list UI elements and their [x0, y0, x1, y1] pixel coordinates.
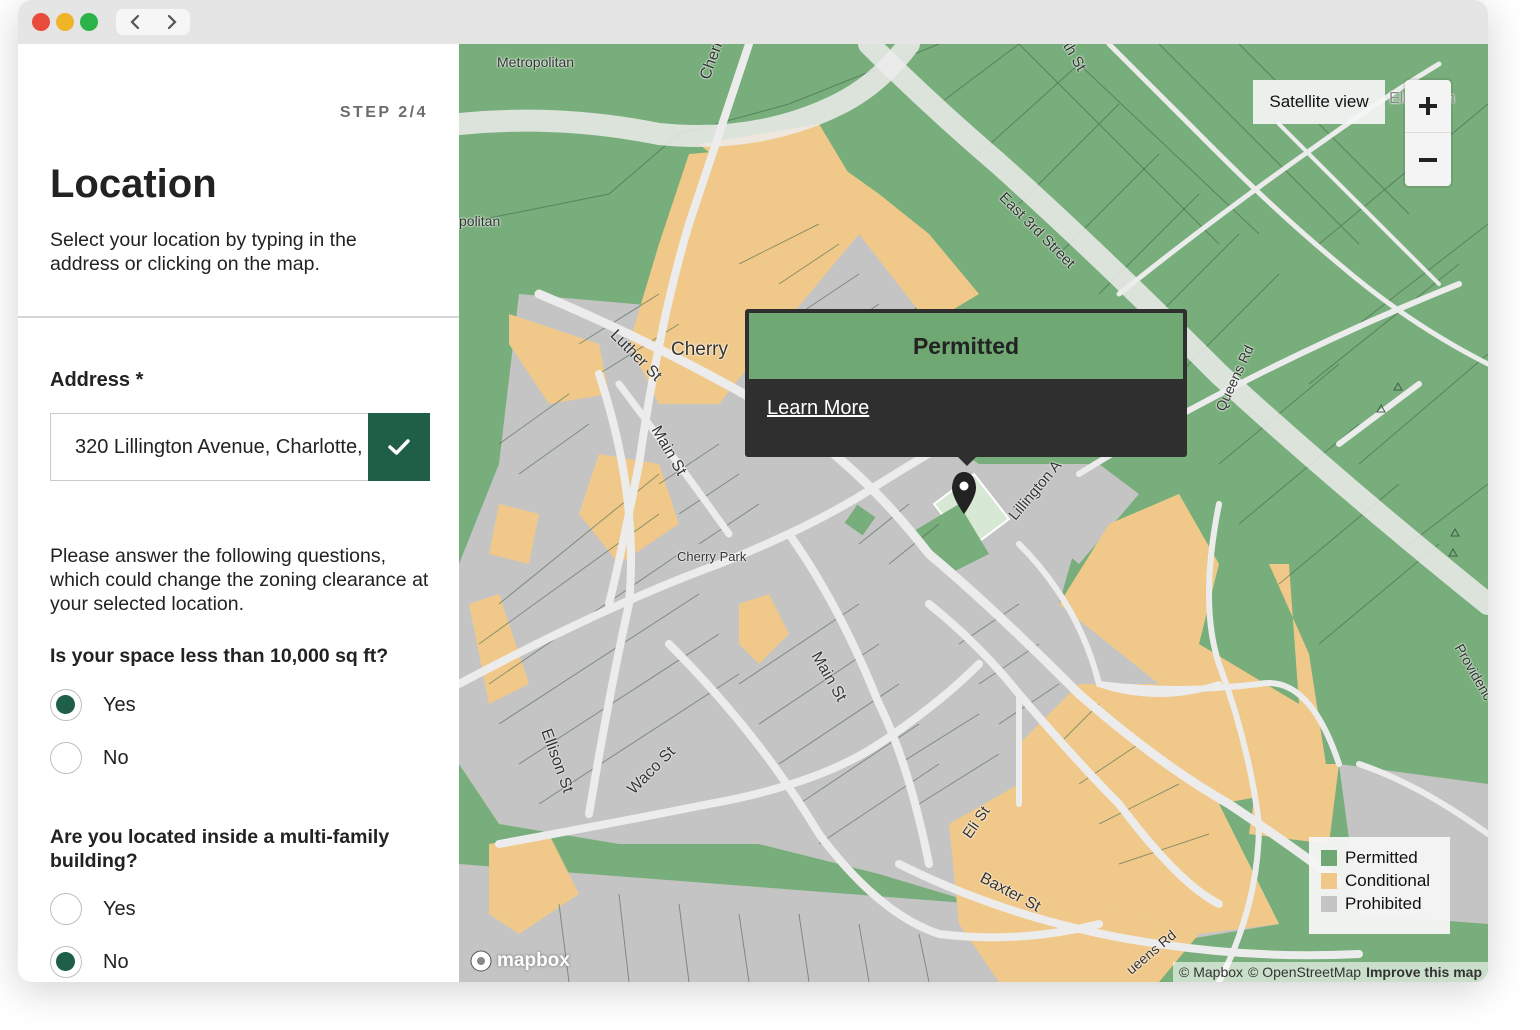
- radio-button[interactable]: [50, 742, 82, 774]
- legend-swatch: [1321, 849, 1337, 866]
- question-multi-family: Are you located inside a multi-family bu…: [50, 826, 390, 872]
- map-label-cherry-park: Cherry Park: [677, 549, 747, 564]
- radio-multi-family-no[interactable]: No: [50, 946, 129, 978]
- page-title: Location: [50, 162, 217, 206]
- legend-label: Permitted: [1345, 847, 1418, 867]
- mapbox-logo[interactable]: mapbox: [469, 949, 570, 973]
- plus-icon: [1419, 97, 1437, 115]
- legend-label: Prohibited: [1345, 893, 1422, 913]
- mapbox-wordmark: mapbox: [497, 950, 570, 971]
- zoning-popup: Permitted Learn More: [745, 309, 1187, 466]
- zoning-status: Permitted: [749, 313, 1183, 379]
- legend-swatch: [1321, 872, 1337, 889]
- legend-label: Conditional: [1345, 870, 1431, 890]
- improve-map-link[interactable]: Improve this map: [1366, 964, 1482, 980]
- map-label-metropolitan: Metropolitan: [497, 54, 575, 70]
- zoom-out-button[interactable]: [1405, 133, 1451, 186]
- popup-pointer: [956, 455, 978, 466]
- radio-button[interactable]: [50, 893, 82, 925]
- location-form-panel: STEP 2/4 Location Select your location b…: [18, 44, 459, 982]
- confirm-address-button[interactable]: [368, 413, 430, 481]
- radio-label: No: [103, 746, 129, 769]
- section-divider: [18, 316, 459, 318]
- radio-label: Yes: [103, 693, 136, 716]
- browser-window: STEP 2/4 Location Select your location b…: [18, 0, 1488, 982]
- title-bar: [18, 0, 1488, 44]
- legend-item-conditional: Conditional: [1321, 869, 1450, 892]
- question-space-size: Is your space less than 10,000 sq ft?: [50, 645, 389, 667]
- chevron-right-icon: [167, 14, 177, 30]
- chevron-left-icon: [129, 14, 139, 30]
- radio-button-selected[interactable]: [50, 946, 82, 978]
- zoom-control: [1405, 80, 1451, 186]
- attribution-mapbox-link[interactable]: © Mapbox: [1179, 964, 1243, 980]
- mapbox-icon: [470, 950, 492, 972]
- page-subtitle: Select your location by typing in the ad…: [50, 229, 357, 275]
- map-legend: Permitted Conditional Prohibited: [1309, 837, 1450, 934]
- close-window-button[interactable]: [32, 13, 50, 31]
- learn-more-link[interactable]: Learn More: [767, 397, 869, 420]
- check-icon: [388, 439, 410, 455]
- minus-icon: [1419, 157, 1437, 162]
- questions-intro: Please answer the following questions, w…: [50, 545, 429, 615]
- radio-button-selected[interactable]: [50, 689, 82, 721]
- zoning-map[interactable]: Metropolitan politan Cherry St th St Eli…: [459, 44, 1488, 982]
- address-input[interactable]: [50, 413, 368, 481]
- maximize-window-button[interactable]: [80, 13, 98, 31]
- map-label-cherry: Cherry: [671, 339, 729, 360]
- navigation-buttons: [116, 9, 190, 35]
- satellite-view-button[interactable]: Satellite view: [1253, 80, 1385, 124]
- radio-label: No: [103, 950, 129, 973]
- radio-label: Yes: [103, 897, 136, 920]
- back-button[interactable]: [116, 9, 153, 35]
- legend-item-prohibited: Prohibited: [1321, 892, 1450, 915]
- attribution-osm-link[interactable]: © OpenStreetMap: [1248, 964, 1361, 980]
- radio-space-size-no[interactable]: No: [50, 742, 129, 774]
- legend-swatch: [1321, 895, 1337, 912]
- step-indicator: STEP 2/4: [339, 104, 428, 121]
- minimize-window-button[interactable]: [56, 13, 74, 31]
- radio-multi-family-yes[interactable]: Yes: [50, 893, 136, 925]
- map-attribution: © Mapbox © OpenStreetMap Improve this ma…: [1173, 962, 1488, 982]
- radio-space-size-yes[interactable]: Yes: [50, 689, 136, 721]
- legend-item-permitted: Permitted: [1321, 846, 1450, 869]
- address-label: Address *: [50, 369, 144, 391]
- map-label-politan: politan: [459, 213, 501, 229]
- forward-button[interactable]: [153, 9, 190, 35]
- zoom-in-button[interactable]: [1405, 80, 1451, 133]
